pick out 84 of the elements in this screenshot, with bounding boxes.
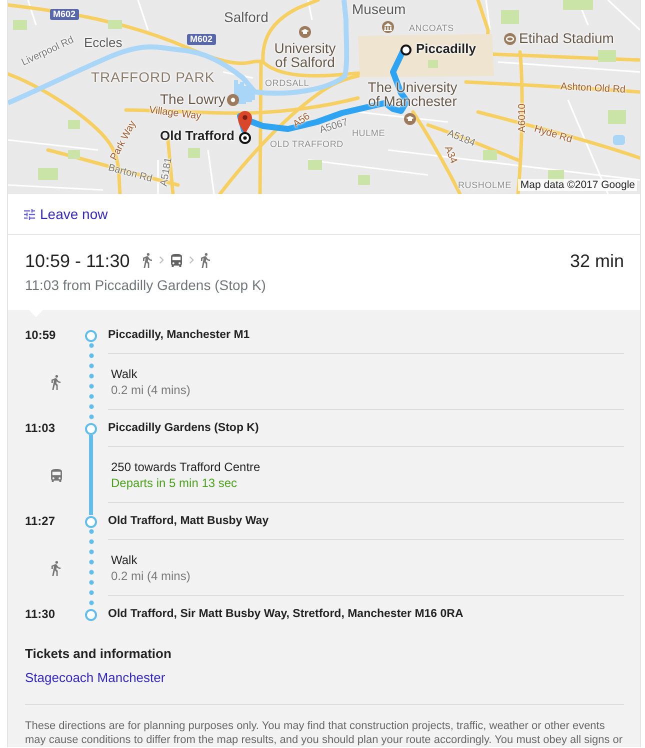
road-label: A34 — [442, 144, 458, 166]
landmark-label: Etihad Stadium — [519, 31, 614, 45]
stop-ring-icon — [85, 422, 97, 434]
map-pin-icon — [238, 111, 252, 134]
target-marker-icon — [239, 132, 251, 144]
place-label: Eccles — [84, 36, 122, 49]
chevron-icon — [158, 256, 164, 264]
park-area — [108, 20, 122, 29]
park-area — [483, 150, 497, 160]
segment-distance: 0.2 mi (4 mins) — [110, 382, 190, 398]
ring-marker-icon — [400, 44, 412, 56]
stop-time: 11:30 — [25, 607, 56, 622]
building-icon — [382, 21, 394, 33]
trip-time-range: 10:59 - 11:30 — [25, 250, 130, 272]
road-label: Ashton Old Rd — [560, 82, 626, 96]
chevron-icon — [188, 256, 194, 264]
endpoint-label: Old Trafford — [160, 129, 234, 142]
road-label: Hyde Rd — [532, 124, 574, 146]
sliders-icon — [24, 208, 35, 220]
road-label: A5181 — [160, 156, 174, 188]
stop-name: Piccadilly Gardens (Stop K) — [108, 420, 259, 436]
road-label: Park Way — [110, 120, 138, 162]
place-label: Salford — [224, 10, 268, 24]
place-label: Museum — [352, 2, 406, 16]
departure-info: 11:03 from Piccadilly Gardens (Stop K) — [25, 277, 267, 293]
road-label: Village Way — [148, 106, 202, 122]
road-label: Barton Rd — [106, 163, 154, 185]
landmark-label: University of Salford — [273, 41, 337, 69]
stop-time: 10:59 — [25, 328, 56, 343]
graduation-cap-icon — [299, 26, 311, 38]
walking-person-icon — [51, 374, 61, 390]
graduation-cap-icon — [404, 113, 416, 125]
walking-person-icon — [142, 252, 152, 268]
stop-time: 11:03 — [25, 421, 56, 436]
stop-name: Piccadilly, Manchester M1 — [108, 328, 250, 342]
walking-person-icon — [200, 252, 210, 268]
park-area — [308, 160, 322, 170]
disclaimer-text: These directions are for planning purposes only. You may find that construction projects, traffic, weather or other events may cause conditions to differ from the map results, and you should plan your route accordingly. You must obey all signs or — [25, 719, 624, 747]
park-area — [428, 60, 438, 68]
area-label: TRAFFORD PARK — [91, 70, 215, 84]
pond — [613, 135, 625, 145]
area-label: ORDSALL — [265, 79, 310, 88]
segment-title: Walk — [110, 552, 138, 568]
stop-time: 11:27 — [25, 514, 56, 529]
area-label: OLD TRAFFORD — [270, 140, 344, 149]
road-shield: M602 — [187, 34, 216, 45]
stadium-icon — [504, 33, 516, 45]
area-label: RUSHOLME — [458, 181, 512, 190]
bus-icon — [51, 468, 62, 482]
park-area — [358, 175, 370, 185]
stop-name: Old Trafford, Sir Matt Busby Way, Stretford, Manchester M16 0RA — [108, 607, 464, 622]
trip-duration: 32 min — [570, 250, 624, 272]
park-area — [68, 150, 80, 159]
bus-icon — [170, 254, 182, 266]
park-area — [608, 110, 626, 124]
park-area — [188, 148, 200, 158]
stop-ring-icon — [85, 608, 97, 620]
walking-person-icon — [51, 560, 61, 576]
park-area — [68, 120, 80, 129]
landmark-label: The Lowry — [160, 92, 226, 106]
place-marker-icon — [227, 94, 239, 106]
operator-link[interactable]: Stagecoach Manchester — [25, 670, 166, 686]
departure-status: Departs in 5 min 13 sec — [110, 474, 238, 490]
road-label: A5067 — [318, 118, 350, 136]
segment-title: 250 towards Trafford Centre — [110, 458, 260, 474]
segment-distance: 0.2 mi (4 mins) — [110, 568, 190, 584]
park-area — [38, 168, 58, 180]
road-shield: M602 — [50, 9, 79, 20]
park-area — [563, 0, 593, 10]
tickets-heading: Tickets and information — [25, 646, 172, 662]
segment-title: Walk — [110, 366, 138, 382]
departure-time-link[interactable]: Leave now — [24, 206, 108, 222]
park-area — [598, 50, 616, 62]
area-label: HULME — [352, 129, 386, 138]
road-label: A56 — [292, 112, 312, 130]
stop-ring-icon — [85, 330, 97, 342]
road-label: A6010 — [518, 104, 528, 132]
stop-name: Old Trafford, Matt Busby Way — [108, 514, 269, 528]
park-area — [13, 20, 27, 30]
map-attribution: Map data ©2017 Google — [518, 179, 637, 191]
park-area — [501, 10, 519, 24]
area-label: ANCOATS — [409, 24, 454, 33]
stop-ring-icon — [85, 516, 97, 528]
endpoint-label: Piccadilly — [416, 42, 476, 55]
